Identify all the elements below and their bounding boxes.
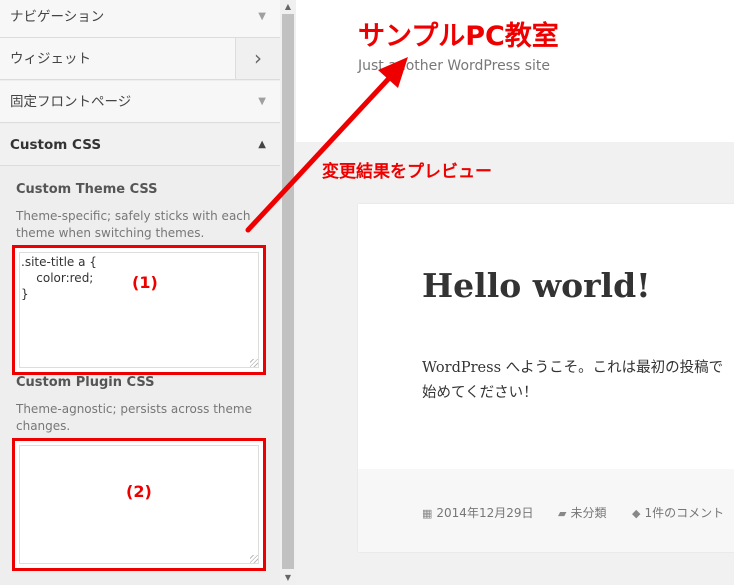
sidebar-scrollbar[interactable]: ▲ ▼ [280,0,296,585]
preview-annotation: 変更結果をプレビュー [322,162,492,182]
post-comments-text: 1件のコメント [644,506,725,520]
triangle-down-icon: ▼ [258,96,266,107]
theme-css-code: .site-title a { color:red; } [21,255,97,301]
post-card: Hello world! WordPress へようこそ。これは最初の投稿で 始… [358,204,734,552]
site-preview: サンプルPC教室 Just another WordPress site 変更結… [296,0,734,585]
theme-css-textarea[interactable]: .site-title a { color:red; } [12,245,266,375]
plugin-css-textarea[interactable] [12,438,266,571]
post-category[interactable]: ▰ 未分類 [558,504,606,521]
post-date[interactable]: ▦ 2014年12月29日 [422,504,534,521]
section-label: ナビゲーション [10,9,105,25]
annotation-1: (1) [132,273,158,292]
section-label: ウィジェット [10,51,91,67]
triangle-down-icon: ▼ [258,11,266,22]
post-body-line: 始めてください！ [422,385,538,401]
site-header: サンプルPC教室 Just another WordPress site [296,0,734,142]
post-body-line: WordPress へようこそ。これは最初の投稿で [422,360,724,376]
comment-icon: ◆ [632,507,641,520]
customizer-sidebar: ナビゲーション ▼ ウィジェット › 固定フロントページ ▼ Custom CS… [0,0,280,585]
section-widgets[interactable]: ウィジェット › [0,38,280,80]
folder-icon: ▰ [558,507,567,520]
section-label: Custom CSS [10,137,102,153]
calendar-icon: ▦ [422,507,433,520]
scrollbar-thumb[interactable] [282,14,294,569]
textarea-inner [19,445,259,564]
site-description: Just another WordPress site [358,58,551,74]
theme-css-label: Custom Theme CSS [16,182,158,197]
chevron-right-icon: › [254,46,262,70]
expand-button[interactable]: › [235,38,280,79]
section-custom-css[interactable]: Custom CSS ▲ [0,124,280,166]
plugin-css-description: Theme-agnostic; persists across theme ch… [16,402,252,433]
scroll-down-icon[interactable]: ▼ [280,573,296,582]
post-date-text: 2014年12月29日 [436,506,534,520]
post-comments[interactable]: ◆ 1件のコメント [632,504,724,521]
theme-css-description: Theme-specific; safely sticks with each … [16,209,251,240]
post-body: WordPress へようこそ。これは最初の投稿で 始めてください！ [422,356,734,406]
section-navigation[interactable]: ナビゲーション ▼ [0,0,280,38]
annotation-2: (2) [126,482,152,501]
resize-handle-icon[interactable] [250,359,258,367]
section-static-front-page[interactable]: 固定フロントページ ▼ [0,81,280,123]
site-title[interactable]: サンプルPC教室 [358,14,559,53]
post-title[interactable]: Hello world! [422,266,651,305]
resize-handle-icon[interactable] [250,555,258,563]
scroll-up-icon[interactable]: ▲ [280,2,296,11]
post-footer: ▦ 2014年12月29日 ▰ 未分類 ◆ 1件のコメント [358,469,734,552]
plugin-css-label: Custom Plugin CSS [16,375,155,390]
post-category-text: 未分類 [570,506,607,520]
section-label: 固定フロントページ [10,94,132,110]
triangle-up-icon: ▲ [258,139,266,150]
